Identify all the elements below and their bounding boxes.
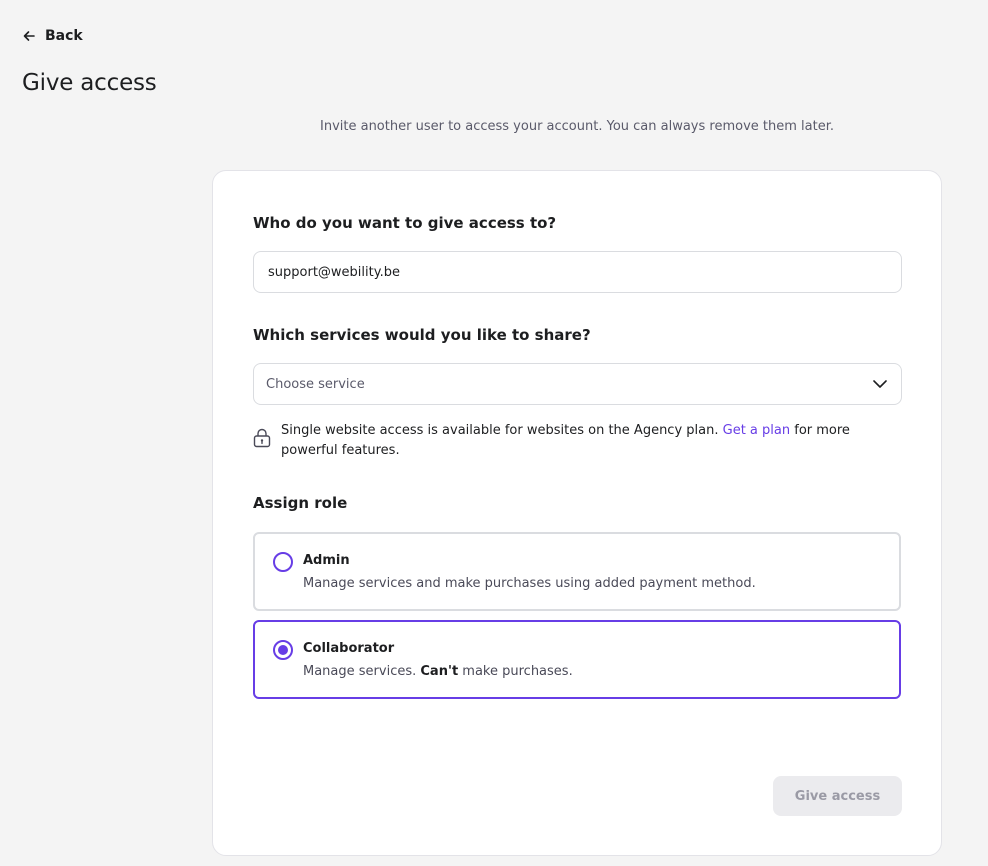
lock-icon (253, 428, 271, 448)
give-access-button[interactable]: Give access (773, 776, 902, 816)
collaborator-role-description: Manage services. Can't make purchases. (303, 664, 573, 679)
service-select-placeholder: Choose service (266, 376, 365, 392)
collaborator-desc-emphasis: Can't (420, 664, 459, 679)
service-select[interactable]: Choose service (253, 363, 902, 405)
admin-role-title: Admin (303, 553, 350, 568)
give-access-card: Who do you want to give access to? Which… (212, 170, 942, 856)
services-section-label: Which services would you like to share? (253, 326, 591, 344)
chevron-down-icon (873, 380, 887, 388)
plan-notice-message: Single website access is available for w… (281, 423, 719, 438)
admin-radio[interactable] (273, 552, 293, 572)
admin-role-description: Manage services and make purchases using… (303, 576, 756, 591)
page-subtitle: Invite another user to access your accou… (320, 119, 834, 134)
back-link-label: Back (45, 28, 83, 44)
collaborator-radio[interactable] (273, 640, 293, 660)
collaborator-role-title: Collaborator (303, 641, 395, 656)
plan-notice: Single website access is available for w… (253, 421, 903, 461)
plan-notice-text: Single website access is available for w… (281, 421, 903, 461)
email-section-label: Who do you want to give access to? (253, 214, 557, 232)
collaborator-desc-suffix: make purchases. (462, 664, 573, 679)
role-section-label: Assign role (253, 494, 348, 512)
arrow-left-icon (23, 31, 35, 41)
collaborator-desc-prefix: Manage services. (303, 664, 417, 679)
role-option-collaborator[interactable]: Collaborator Manage services. Can't make… (253, 620, 901, 699)
page-title: Give access (22, 70, 157, 96)
back-link[interactable]: Back (22, 26, 83, 46)
get-a-plan-link[interactable]: Get a plan (723, 423, 790, 438)
email-input[interactable] (253, 251, 902, 293)
role-option-admin[interactable]: Admin Manage services and make purchases… (253, 532, 901, 611)
